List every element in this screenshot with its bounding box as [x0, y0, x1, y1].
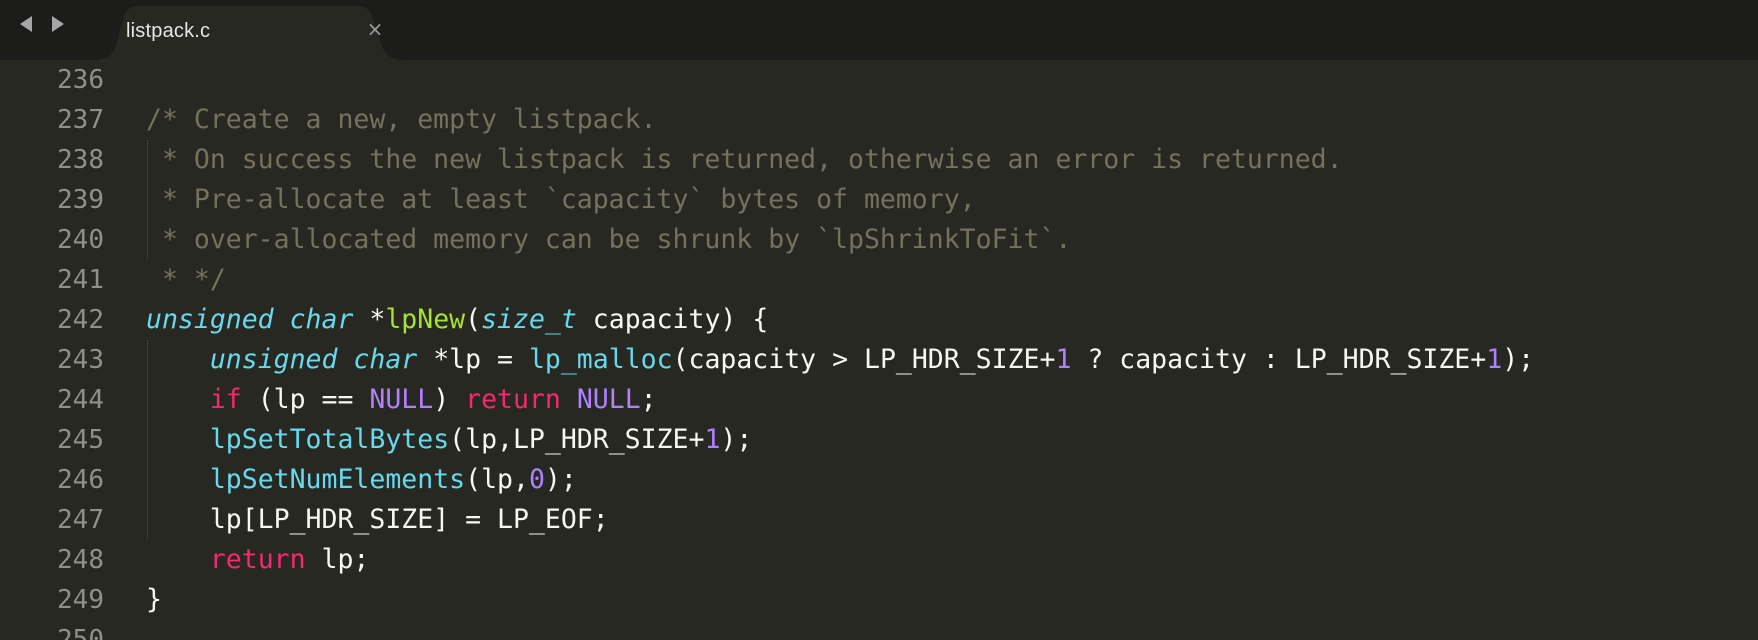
- line-number-gutter: 236 237 238 239 240 241 242 243 244 245 246 247 248 2…: [0, 60, 110, 640]
- code-token: 0: [528, 464, 545, 495]
- code-token: (lp,: [465, 464, 529, 495]
- code-token: );: [720, 424, 753, 455]
- nav-forward-icon[interactable]: [52, 16, 64, 32]
- line-number: 238: [57, 145, 104, 175]
- tab-bar: listpack.c ×: [0, 0, 1758, 60]
- code-line: unsigned char *lp = lp_malloc(capacity >…: [146, 340, 1534, 380]
- code-token: 1: [704, 424, 721, 455]
- code-token: 1: [1055, 344, 1072, 375]
- code-area[interactable]: /* Create a new, empty listpack. * On su…: [146, 60, 1746, 640]
- code-token: unsigned char: [209, 344, 418, 375]
- code-line: * Pre-allocate at least `capacity` bytes…: [146, 180, 976, 220]
- code-token: lp;: [305, 544, 370, 575]
- code-line: * */: [146, 260, 226, 300]
- close-icon[interactable]: ×: [364, 18, 386, 40]
- tab-label: listpack.c: [126, 20, 211, 42]
- code-token: *: [353, 304, 386, 335]
- code-line: * On success the new listpack is returne…: [146, 140, 1343, 180]
- code-token: * */: [146, 264, 226, 295]
- code-line: lp[LP_HDR_SIZE] = LP_EOF;: [146, 500, 609, 540]
- line-number: 243: [57, 345, 104, 375]
- code-line: }: [146, 580, 162, 620]
- code-token: lpNew: [385, 304, 466, 335]
- line-number: 250: [57, 625, 104, 640]
- code-token: (capacity > LP_HDR_SIZE+: [672, 344, 1056, 375]
- line-number: 247: [57, 505, 104, 535]
- code-token: );: [1502, 344, 1535, 375]
- code-token: * over-allocated memory can be shrunk by…: [146, 224, 1072, 255]
- code-line: return lp;: [146, 540, 370, 580]
- line-number: 244: [57, 385, 104, 415]
- code-token: if: [209, 384, 242, 415]
- line-number: 245: [57, 425, 104, 455]
- line-number: 242: [57, 305, 104, 335]
- line-number: 246: [57, 465, 104, 495]
- code-token: lp_malloc: [528, 344, 673, 375]
- line-number: 237: [57, 105, 104, 135]
- code-token: ;: [640, 384, 657, 415]
- code-token: *lp =: [417, 344, 529, 375]
- code-line: unsigned char *lpNew(size_t capacity) {: [146, 300, 768, 340]
- line-number: 241: [57, 265, 104, 295]
- code-token: (lp ==: [241, 384, 370, 415]
- line-number: 236: [57, 65, 104, 95]
- code-token: ? capacity : LP_HDR_SIZE+: [1071, 344, 1487, 375]
- code-token: size_t: [481, 304, 577, 335]
- code-token: capacity) {: [576, 304, 769, 335]
- line-number: 239: [57, 185, 104, 215]
- editor-window: listpack.c × 236 237 238 239 240 241 242 243 244…: [0, 0, 1758, 640]
- nav-back-icon[interactable]: [20, 16, 32, 32]
- code-line: lpSetNumElements(lp,0);: [146, 460, 577, 500]
- code-token: ): [433, 384, 466, 415]
- code-token: }: [146, 584, 162, 615]
- code-token: * Pre-allocate at least `capacity` bytes…: [146, 184, 976, 215]
- code-token: (lp,LP_HDR_SIZE+: [449, 424, 705, 455]
- code-token: unsigned char: [146, 304, 354, 335]
- code-token: );: [544, 464, 577, 495]
- code-token: lpSetTotalBytes: [209, 424, 450, 455]
- code-line: if (lp == NULL) return NULL;: [146, 380, 657, 420]
- code-line: /* Create a new, empty listpack.: [146, 100, 657, 140]
- line-number: 249: [57, 585, 104, 615]
- code-line: lpSetTotalBytes(lp,LP_HDR_SIZE+1);: [146, 420, 753, 460]
- code-token: /* Create a new, empty listpack.: [146, 104, 657, 135]
- code-token: lp[LP_HDR_SIZE] = LP_EOF;: [146, 504, 609, 535]
- line-number: 248: [57, 545, 104, 575]
- code-token: NULL: [576, 384, 641, 415]
- code-token: (: [465, 304, 482, 335]
- line-number: 240: [57, 225, 104, 255]
- code-token: 1: [1486, 344, 1503, 375]
- code-line: * over-allocated memory can be shrunk by…: [146, 220, 1071, 260]
- code-token: lpSetNumElements: [209, 464, 466, 495]
- code-editor[interactable]: 236 237 238 239 240 241 242 243 244 245 246 247 248 2…: [0, 60, 1758, 640]
- code-token: NULL: [369, 384, 434, 415]
- code-token: * On success the new listpack is returne…: [146, 144, 1343, 175]
- code-token: return: [465, 384, 561, 415]
- tab-listpack-c[interactable]: listpack.c ×: [94, 6, 414, 60]
- code-token: return: [209, 544, 306, 575]
